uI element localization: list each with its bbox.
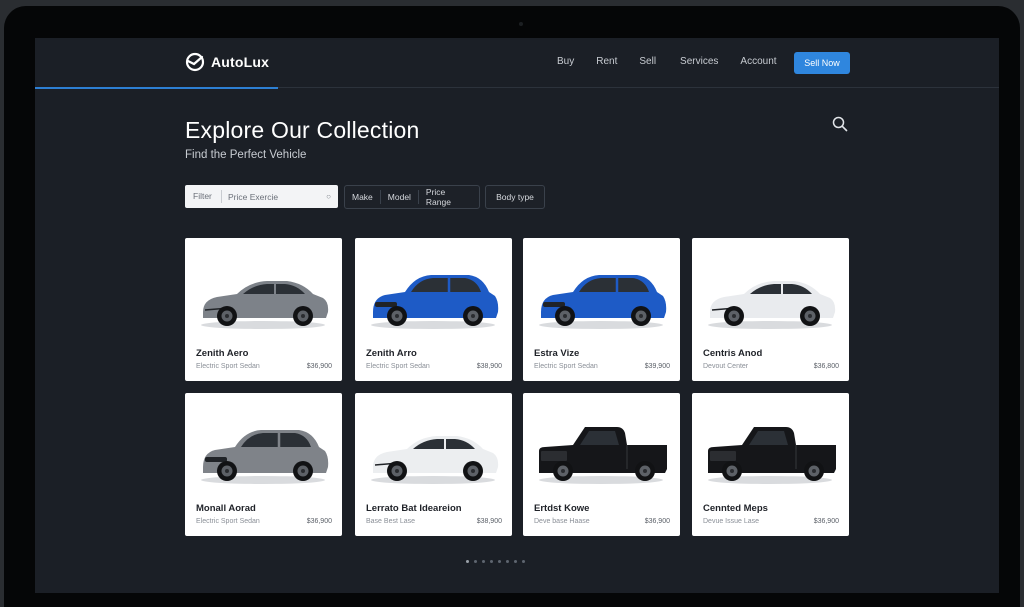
vehicle-image [365,407,502,487]
pagination-dot[interactable] [482,560,485,563]
vehicle-card[interactable]: Estra Vize Electric Sport Sedan $39,900 [523,238,680,381]
vehicle-name: Estra Vize [534,348,580,359]
vehicle-price: $36,900 [813,518,839,525]
app-screen: AutoLux Buy Rent Sell Services Account S… [35,38,999,593]
vehicle-name: Centris Anod [703,348,763,359]
vehicle-image [702,252,839,332]
vehicle-description: Electric Sport Sedan [196,518,260,525]
page-title: Explore Our Collection [185,117,420,143]
vehicle-name: Zenith Arro [366,348,417,359]
clear-icon[interactable]: ○ [326,192,331,201]
vehicle-price: $38,900 [476,518,502,525]
filter-input[interactable] [222,191,312,202]
filter-chip-model[interactable]: Model [381,186,418,208]
nav-item-sell[interactable]: Sell [639,56,656,67]
vehicle-name: Zenith Aero [196,348,249,359]
vehicle-card[interactable]: Cennted Meps Devue Issue Lase $36,900 [692,393,849,536]
vehicle-description: Devue Issue Lase [703,518,760,525]
vehicle-price: $36,900 [306,363,332,370]
nav-item-buy[interactable]: Buy [557,56,574,67]
vehicle-image [365,252,502,332]
vehicle-card[interactable]: Zenith Arro Electric Sport Sedan $38,900 [355,238,512,381]
vehicle-price: $36,800 [813,363,839,370]
vehicle-name: Cennted Meps [703,503,768,514]
pagination [466,560,525,563]
vehicle-price: $39,900 [644,363,670,370]
pagination-dot[interactable] [514,560,517,563]
vehicle-grid: Zenith Aero Electric Sport Sedan $36,900… [185,238,850,536]
nav-active-indicator [35,87,278,89]
filter-label: Filter [185,190,222,203]
brand-logo[interactable]: AutoLux [185,52,269,72]
vehicle-description: Base Best Lase [366,518,416,525]
filter-search-field[interactable]: Filter ○ [185,185,338,208]
vehicle-image [195,407,332,487]
vehicle-image [533,407,670,487]
vehicle-card[interactable]: Ertdst Kowe Deve base Haase $36,900 [523,393,680,536]
vehicle-image [702,407,839,487]
vehicle-description: Electric Sport Sedan [366,363,430,370]
vehicle-card[interactable]: Zenith Aero Electric Sport Sedan $36,900 [185,238,342,381]
webcam [519,22,523,26]
nav-item-services[interactable]: Services [680,56,718,67]
vehicle-description: Electric Sport Sedan [196,363,260,370]
page-subtitle: Find the Perfect Vehicle [185,149,307,161]
vehicle-card[interactable]: Monall Aorad Electric Sport Sedan $36,90… [185,393,342,536]
vehicle-card[interactable]: Centris Anod Devout Center $36,800 [692,238,849,381]
vehicle-price: $38,900 [476,363,502,370]
pagination-dot[interactable] [490,560,493,563]
sell-now-button[interactable]: Sell Now [794,52,850,74]
top-nav: AutoLux Buy Rent Sell Services Account S… [35,38,999,88]
nav-menu: Buy Rent Sell Services Account [557,56,777,67]
filter-chip-make[interactable]: Make [345,186,380,208]
pagination-dot[interactable] [498,560,501,563]
filter-chip-group: Make Model Price Range [344,185,480,209]
vehicle-card[interactable]: Lerrato Bat Ideareion Base Best Lase $38… [355,393,512,536]
filter-chip-body-type[interactable]: Body type [485,185,545,209]
vehicle-name: Lerrato Bat Ideareion [366,503,462,514]
pagination-dot[interactable] [506,560,509,563]
search-icon[interactable] [831,115,849,133]
brand-name: AutoLux [211,54,270,70]
vehicle-price: $36,900 [644,518,670,525]
nav-item-rent[interactable]: Rent [596,56,617,67]
vehicle-description: Electric Sport Sedan [534,363,598,370]
vehicle-description: Deve base Haase [534,518,590,525]
vehicle-price: $36,900 [306,518,332,525]
vehicle-image [533,252,670,332]
pagination-dot[interactable] [474,560,477,563]
vehicle-description: Devout Center [703,363,749,370]
pagination-dot[interactable] [522,560,525,563]
filter-chip-price-range[interactable]: Price Range [419,186,479,208]
nav-item-account[interactable]: Account [740,56,776,67]
steering-wheel-icon [185,52,205,72]
vehicle-name: Monall Aorad [196,503,256,514]
vehicle-image [195,252,332,332]
vehicle-name: Ertdst Kowe [534,503,590,514]
pagination-dot[interactable] [466,560,469,563]
